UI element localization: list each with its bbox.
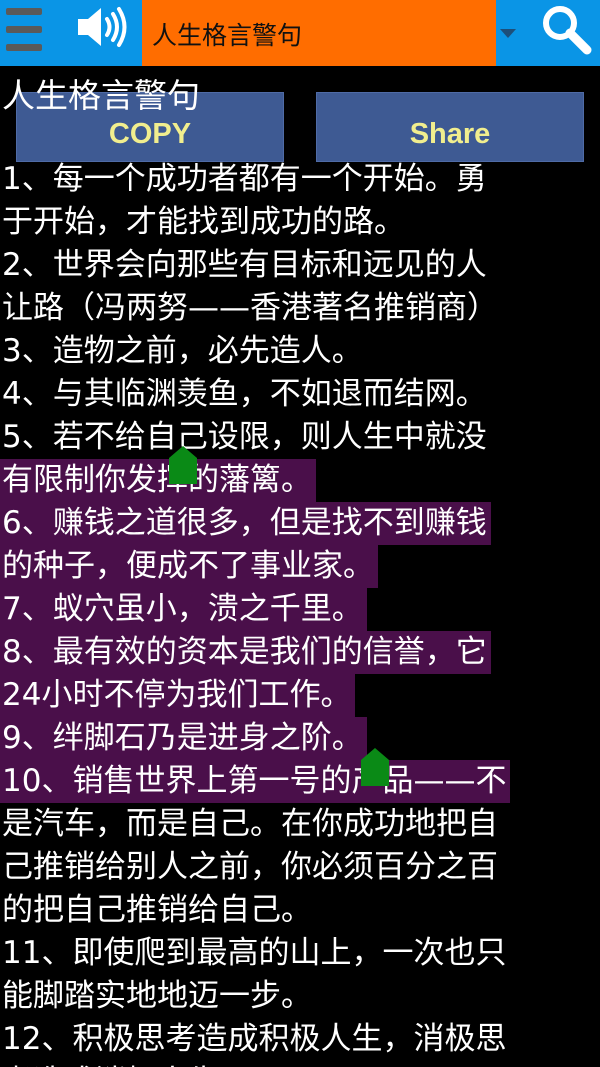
quote-line: 让路（冯两努——香港著名推销商） xyxy=(2,290,498,326)
quote-content[interactable]: 人生格言警句 COPY Share 1、每一个成功者都有一个开始。勇 于开始，才能… xyxy=(0,66,600,1067)
top-toolbar: 人生格言警句 xyxy=(0,0,600,66)
quote-line: 于开始，才能找到成功的路。 xyxy=(2,204,405,240)
quote-line: 考造成消极人生。 xyxy=(0,1061,254,1067)
menu-icon-bar xyxy=(6,8,42,15)
quote-line: 6、赚钱之道很多，但是找不到赚钱 xyxy=(0,502,491,545)
category-select-value: 人生格言警句 xyxy=(152,21,303,50)
quote-line: 10、销售世界上第一号的产品——不 xyxy=(0,760,511,803)
speaker-icon xyxy=(78,7,127,47)
quote-line: 3、造物之前，必先造人。 xyxy=(2,333,363,369)
category-select[interactable]: 人生格言警句 xyxy=(142,0,496,66)
quote-line: 的把自己推销给自己。 xyxy=(2,892,312,928)
quote-line: 能脚踏实地地迈一步。 xyxy=(2,978,312,1014)
quote-list[interactable]: 1、每一个成功者都有一个开始。勇 于开始，才能找到成功的路。 2、世界会向那些有目标… xyxy=(0,158,600,1067)
search-icon xyxy=(543,6,592,55)
share-button[interactable]: Share xyxy=(316,92,584,162)
menu-icon-bar xyxy=(6,26,42,33)
quote-line: 5、若不给自己设限，则人生中就没 xyxy=(2,419,487,455)
search-button[interactable] xyxy=(538,2,594,58)
quote-line: 的种子，便成不了事业家。 xyxy=(0,545,378,588)
speaker-button[interactable] xyxy=(74,4,130,50)
menu-icon-bar xyxy=(6,44,42,51)
quote-line: 12、积极思考造成积极人生，消极思 xyxy=(2,1021,507,1057)
quote-line: 7、蚁穴虽小，溃之千里。 xyxy=(0,588,367,631)
quote-line: 9、绊脚石乃是进身之阶。 xyxy=(0,717,367,760)
dropdown-button[interactable] xyxy=(498,20,518,46)
quote-line: 2、世界会向那些有目标和远见的人 xyxy=(2,247,487,283)
chevron-down-icon xyxy=(500,29,516,38)
selection-start-handle-icon[interactable] xyxy=(165,444,201,484)
selection-end-handle-icon[interactable] xyxy=(357,746,393,786)
quote-line: 己推销给别人之前，你必须百分之百 xyxy=(2,849,498,885)
quote-line: 11、即使爬到最高的山上，一次也只 xyxy=(2,935,507,971)
quote-line: 是汽车，而是自己。在你成功地把自 xyxy=(2,806,498,842)
quote-line: 4、与其临渊羡鱼，不如退而结网。 xyxy=(2,376,487,412)
page-title: 人生格言警句 xyxy=(2,76,200,115)
menu-button[interactable] xyxy=(6,8,42,54)
quote-line: 有限制你发挥的藩篱。 xyxy=(0,459,316,502)
quote-line: 24小时不停为我们工作。 xyxy=(0,674,356,717)
quote-line: 8、最有效的资本是我们的信誉，它 xyxy=(0,631,491,674)
quote-line: 1、每一个成功者都有一个开始。勇 xyxy=(2,161,487,197)
